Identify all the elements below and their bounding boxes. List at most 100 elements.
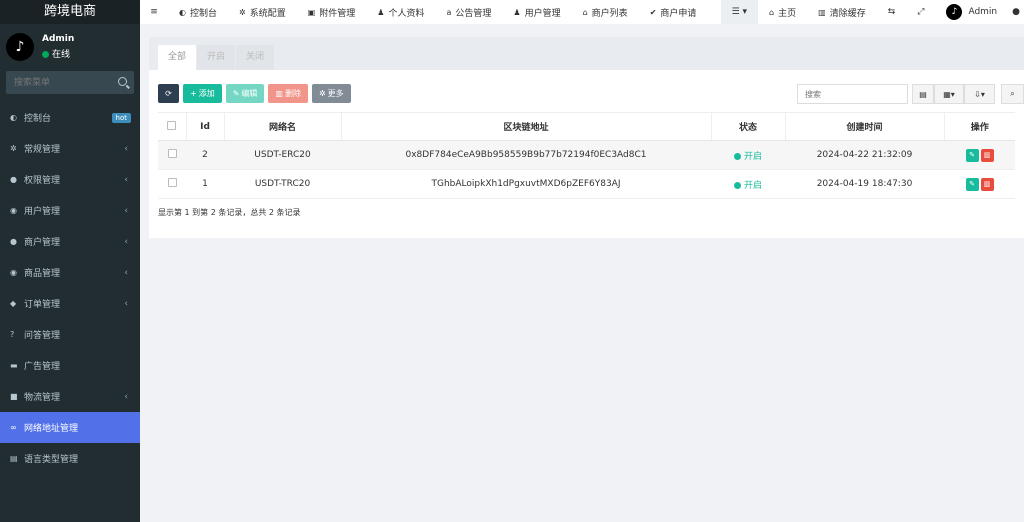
topnav-attachments[interactable]: ▣ 附件管理 xyxy=(297,0,367,24)
sidebar-item-qa[interactable]: ? 问答管理 xyxy=(0,319,140,350)
header-actions: 操作 xyxy=(944,112,1015,141)
user-status: 在线 xyxy=(42,47,70,60)
trash-icon: ▥ xyxy=(983,150,991,159)
more-button[interactable]: ✲ 更多 xyxy=(311,84,351,103)
topnav-home[interactable]: ⌂ 主页 xyxy=(758,0,807,24)
export-dropdown-button[interactable]: ⇩▾ xyxy=(964,84,995,104)
columns-dropdown-button[interactable]: ▦▾ xyxy=(934,84,964,104)
sidebar-item-label: 语言类型管理 xyxy=(24,455,79,465)
select-all-checkbox[interactable] xyxy=(167,120,177,130)
topnav-system-config[interactable]: ✲ 系统配置 xyxy=(228,0,297,24)
status-badge: 开启 xyxy=(733,180,762,191)
topnav-settings[interactable]: ● xyxy=(1008,0,1024,24)
trash-icon: ▥ xyxy=(983,179,991,188)
topnav-translate[interactable]: ⇆ xyxy=(877,0,907,24)
refresh-button[interactable]: ⟳ xyxy=(158,84,179,103)
chevron-left-icon: ‹ xyxy=(124,174,128,185)
table-search-input[interactable] xyxy=(797,84,908,104)
amazon-icon: a xyxy=(446,7,452,17)
row-delete-button[interactable]: ▥ xyxy=(980,177,994,191)
row-edit-button[interactable]: ✎ xyxy=(965,177,979,191)
more-label: 更多 xyxy=(327,89,344,98)
sidebar-item-label: 用户管理 xyxy=(24,207,61,217)
sidebar-item-label: 控制台 xyxy=(24,114,52,124)
hot-badge: hot xyxy=(111,112,131,123)
delete-button[interactable]: ▥ 删除 xyxy=(268,84,308,103)
cell-network-name: USDT-TRC20 xyxy=(224,169,341,199)
add-label: 添加 xyxy=(198,89,215,98)
table-row[interactable]: 1 USDT-TRC20 TGhbALoipkXh1dPgxuvtMXD6pZE… xyxy=(158,169,1015,199)
topnav-clear-cache[interactable]: ▥ 清除缓存 xyxy=(807,0,877,24)
sidebar-item-permission[interactable]: ● 权限管理 ‹ xyxy=(0,164,140,195)
header-address[interactable]: 区块链地址 xyxy=(341,112,712,141)
cog-icon: ✲ xyxy=(318,89,326,98)
tab-enabled[interactable]: 开启 xyxy=(197,45,236,70)
row-checkbox[interactable] xyxy=(167,149,177,158)
cube-icon: ◆ xyxy=(10,299,17,308)
sidebar-item-orders[interactable]: ◆ 订单管理 ‹ xyxy=(0,288,140,319)
row-checkbox[interactable] xyxy=(167,178,177,187)
sidebar-item-ads[interactable]: ▬ 广告管理 xyxy=(0,350,140,381)
check-circle-icon: ✔ xyxy=(649,7,657,17)
chevron-left-icon: ‹ xyxy=(124,205,128,216)
users-icon: ♟ xyxy=(513,7,521,17)
cell-actions: ✎ ▥ xyxy=(944,169,1015,199)
data-table: Id 网络名 区块链地址 状态 创建时间 操作 2 USDT-ERC20 0x8… xyxy=(158,112,1015,199)
add-button[interactable]: + 添加 xyxy=(183,84,222,103)
topnav-label: 控制台 xyxy=(189,8,217,19)
header-network-name[interactable]: 网络名 xyxy=(224,112,342,141)
topnav-users[interactable]: ♟ 用户管理 xyxy=(502,0,571,24)
topnav-label: 公告管理 xyxy=(455,8,492,19)
user-status-label: 在线 xyxy=(52,50,71,60)
sidebar-item-general[interactable]: ✲ 常规管理 ‹ xyxy=(0,133,140,164)
row-edit-button[interactable]: ✎ xyxy=(965,148,979,162)
status-dot-icon xyxy=(733,181,741,189)
status-label: 开启 xyxy=(743,180,762,191)
topnav-dashboard[interactable]: ◐ 控制台 xyxy=(168,0,228,24)
pencil-icon: ✎ xyxy=(232,89,240,98)
user-name: Admin xyxy=(42,34,75,44)
topnav-more-dropdown[interactable]: ☰ ▾ xyxy=(720,0,759,24)
sidebar-item-label: 订单管理 xyxy=(24,300,61,310)
chevron-left-icon: ‹ xyxy=(124,143,128,154)
table-row[interactable]: 2 USDT-ERC20 0x8DF784eCeA9Bb958559B9b77b… xyxy=(158,140,1015,170)
home-icon: ⌂ xyxy=(582,7,588,17)
topnav-user-menu[interactable]: ♪ Admin xyxy=(935,0,1008,24)
dashboard-icon: ◐ xyxy=(10,113,17,122)
sidebar-item-dashboard[interactable]: ◐ 控制台 hot xyxy=(0,102,140,133)
user-icon: ♟ xyxy=(377,7,385,17)
sidebar-item-products[interactable]: ◉ 商品管理 ‹ xyxy=(0,257,140,288)
sidebar-item-network-address[interactable]: ∞ 网络地址管理 xyxy=(0,412,140,443)
header-created[interactable]: 创建时间 xyxy=(785,112,945,141)
cell-address: 0x8DF784eCeA9Bb958559B9b77b72194f0EC3Ad8… xyxy=(341,140,711,170)
sidebar-item-language[interactable]: ▤ 语言类型管理 xyxy=(0,443,140,474)
row-delete-button[interactable]: ▥ xyxy=(980,148,994,162)
topnav-fullscreen[interactable]: ⤢ xyxy=(906,0,935,24)
header-status[interactable]: 状态 xyxy=(711,112,786,141)
user-circle-icon: ◉ xyxy=(10,206,17,215)
cell-status: 开启 xyxy=(711,140,785,170)
sidebar-item-label: 物流管理 xyxy=(24,393,61,403)
search-icon[interactable] xyxy=(118,77,127,86)
topnav-announcements[interactable]: a 公告管理 xyxy=(435,0,502,24)
header-id[interactable]: Id xyxy=(186,112,225,141)
delete-label: 删除 xyxy=(284,89,301,98)
toggle-view-button[interactable]: ▤ xyxy=(912,84,934,104)
cell-id: 1 xyxy=(186,169,224,199)
topnav-merchant-apply[interactable]: ✔ 商户申请 xyxy=(639,0,708,24)
sidebar-item-label: 常规管理 xyxy=(24,145,61,155)
sidebar-search-input[interactable] xyxy=(6,71,116,94)
search-toggle-button[interactable]: ⌕ xyxy=(1001,84,1024,104)
tab-disabled[interactable]: 关闭 xyxy=(236,45,275,70)
sidebar-item-merchants[interactable]: ● 商户管理 ‹ xyxy=(0,226,140,257)
tab-all[interactable]: 全部 xyxy=(158,45,197,70)
sidebar-item-users[interactable]: ◉ 用户管理 ‹ xyxy=(0,195,140,226)
brand-logo[interactable]: 跨境电商 xyxy=(0,0,140,24)
menu-toggle-button[interactable]: ≡ xyxy=(140,0,168,24)
edit-button[interactable]: ✎ 编辑 xyxy=(225,84,265,103)
cog-icon: ✲ xyxy=(239,7,246,17)
topnav-merchant-list[interactable]: ⌂ 商户列表 xyxy=(572,0,639,24)
topnav-profile[interactable]: ♟ 个人资料 xyxy=(366,0,435,24)
top-navbar: ≡ ◐ 控制台 ✲ 系统配置 ▣ 附件管理 ♟ 个人资料 a 公告管理 ♟ 用户管理 ⌂ 商户… xyxy=(140,0,1024,24)
sidebar-item-logistics[interactable]: ■ 物流管理 ‹ xyxy=(0,381,140,412)
